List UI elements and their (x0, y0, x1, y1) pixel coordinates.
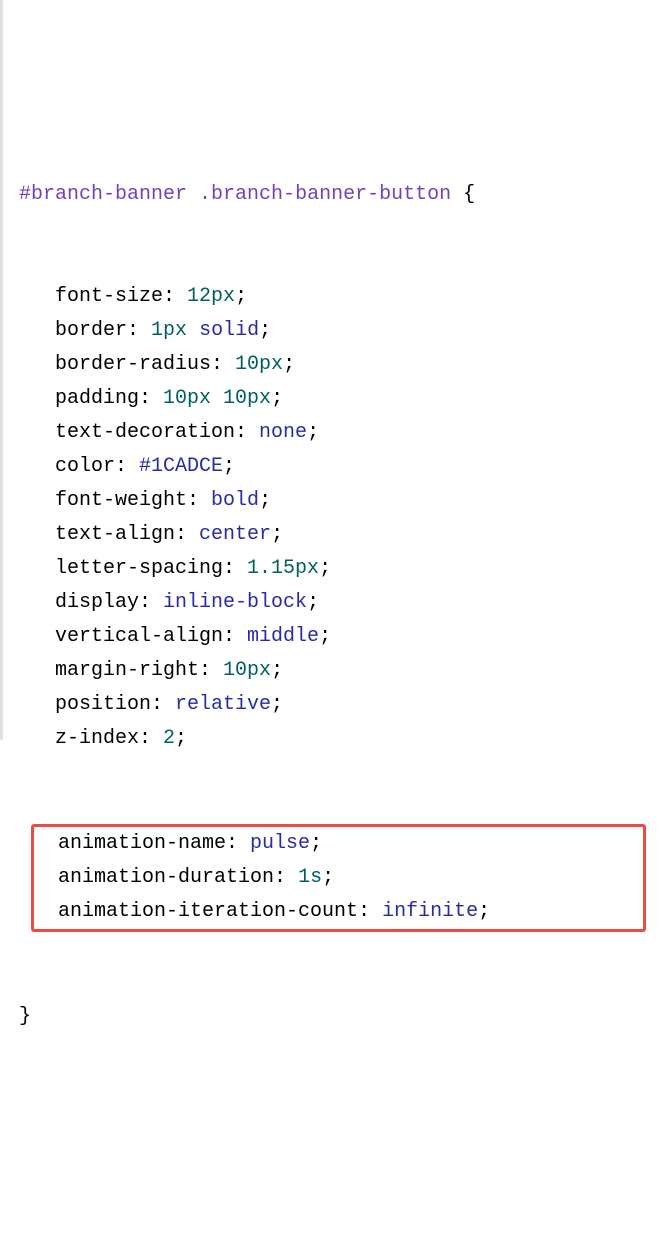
css-property: border-radius (55, 353, 211, 376)
css-property: font-weight (55, 489, 187, 512)
close-brace-line: } (13, 1000, 652, 1034)
css-rule: animation-iteration-count: infinite; (34, 895, 643, 929)
css-property: animation-iteration-count (58, 900, 358, 923)
css-property: color (55, 455, 115, 478)
css-property: position (55, 693, 151, 716)
css-rule: border-radius: 10px; (13, 348, 652, 382)
open-brace: { (463, 183, 475, 206)
css-rule: letter-spacing: 1.15px; (13, 552, 652, 586)
css-property: border (55, 319, 127, 342)
css-property: vertical-align (55, 625, 223, 648)
close-brace: } (19, 1005, 31, 1028)
css-code-block: #branch-banner .branch-banner-button { f… (3, 110, 652, 1068)
css-rule: text-align: center; (13, 518, 652, 552)
css-property: text-decoration (55, 421, 235, 444)
css-rule: display: inline-block; (13, 586, 652, 620)
css-rule: font-size: 12px; (13, 280, 652, 314)
css-rule: text-decoration: none; (13, 416, 652, 450)
selector-id: #branch-banner (19, 183, 187, 206)
css-property: font-size (55, 285, 163, 308)
css-property: animation-name (58, 832, 226, 855)
css-property: margin-right (55, 659, 199, 682)
css-property: display (55, 591, 139, 614)
css-rule: z-index: 2; (13, 722, 652, 756)
highlighted-rules-box: animation-name: pulse;animation-duration… (31, 824, 646, 932)
selector-line: #branch-banner .branch-banner-button { (13, 178, 652, 212)
css-rule: border: 1px solid; (13, 314, 652, 348)
css-rule: animation-name: pulse; (34, 827, 643, 861)
css-rule: font-weight: bold; (13, 484, 652, 518)
css-property: text-align (55, 523, 175, 546)
css-rule: animation-duration: 1s; (34, 861, 643, 895)
rule-list: font-size: 12px;border: 1px solid;border… (13, 280, 652, 756)
css-property: padding (55, 387, 139, 410)
css-property: letter-spacing (55, 557, 223, 580)
css-rule: vertical-align: middle; (13, 620, 652, 654)
css-property: animation-duration (58, 866, 274, 889)
css-rule: margin-right: 10px; (13, 654, 652, 688)
css-rule: color: #1CADCE; (13, 450, 652, 484)
css-rule: position: relative; (13, 688, 652, 722)
css-rule: padding: 10px 10px; (13, 382, 652, 416)
css-property: z-index (55, 727, 139, 750)
selector-class: .branch-banner-button (199, 183, 451, 206)
